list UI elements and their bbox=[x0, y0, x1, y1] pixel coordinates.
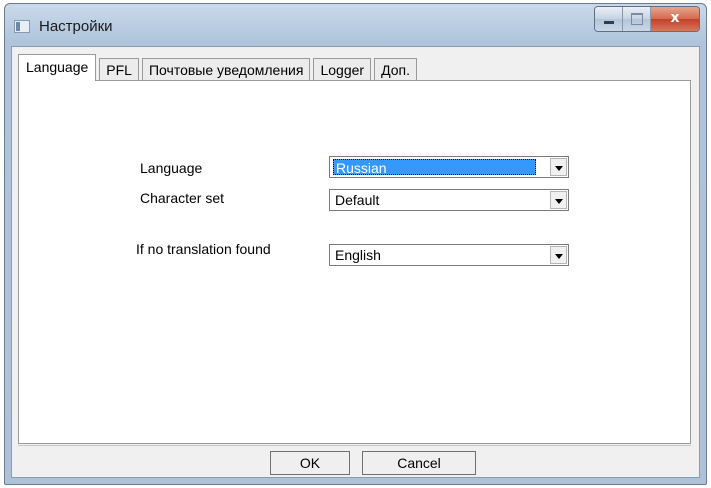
chevron-down-icon[interactable] bbox=[550, 246, 567, 264]
tab-mail-notifications[interactable]: Почтовые уведомления bbox=[141, 58, 311, 81]
close-button[interactable]: x bbox=[651, 7, 699, 31]
caption-buttons: x bbox=[594, 6, 700, 32]
tab-extra[interactable]: Доп. bbox=[374, 58, 417, 81]
maximize-button[interactable] bbox=[623, 7, 651, 31]
minimize-button[interactable] bbox=[595, 7, 623, 31]
fallback-language-select[interactable]: English bbox=[329, 244, 569, 266]
dialog-client-area: Language PFL Почтовые уведомления Logger… bbox=[11, 46, 700, 478]
charset-label: Character set bbox=[140, 190, 225, 206]
close-icon: x bbox=[670, 10, 680, 26]
chevron-down-icon[interactable] bbox=[550, 158, 567, 176]
window-title: Настройки bbox=[39, 18, 113, 35]
tab-logger[interactable]: Logger bbox=[313, 58, 372, 81]
fallback-select-value: English bbox=[335, 247, 381, 263]
button-bar: OK Cancel bbox=[18, 445, 691, 476]
language-select[interactable]: Russian bbox=[329, 156, 569, 178]
settings-window: Настройки x Language PFL Почтовые уведом… bbox=[4, 3, 707, 485]
chevron-down-icon[interactable] bbox=[550, 191, 567, 209]
cancel-button[interactable]: Cancel bbox=[362, 451, 476, 475]
title-bar[interactable]: Настройки x bbox=[5, 4, 706, 46]
language-tab-panel: Language Russian Character set Default I… bbox=[18, 80, 691, 444]
fallback-label: If no translation found bbox=[136, 241, 271, 257]
app-window-icon bbox=[14, 20, 30, 33]
language-select-value: Russian bbox=[333, 159, 536, 176]
ok-button[interactable]: OK bbox=[270, 451, 350, 475]
language-label: Language bbox=[140, 160, 203, 176]
tab-language[interactable]: Language bbox=[18, 54, 97, 81]
tab-pfl[interactable]: PFL bbox=[99, 58, 139, 81]
charset-select[interactable]: Default bbox=[329, 189, 569, 211]
tab-strip: Language PFL Почтовые уведомления Logger… bbox=[18, 54, 420, 81]
charset-select-value: Default bbox=[335, 192, 380, 208]
